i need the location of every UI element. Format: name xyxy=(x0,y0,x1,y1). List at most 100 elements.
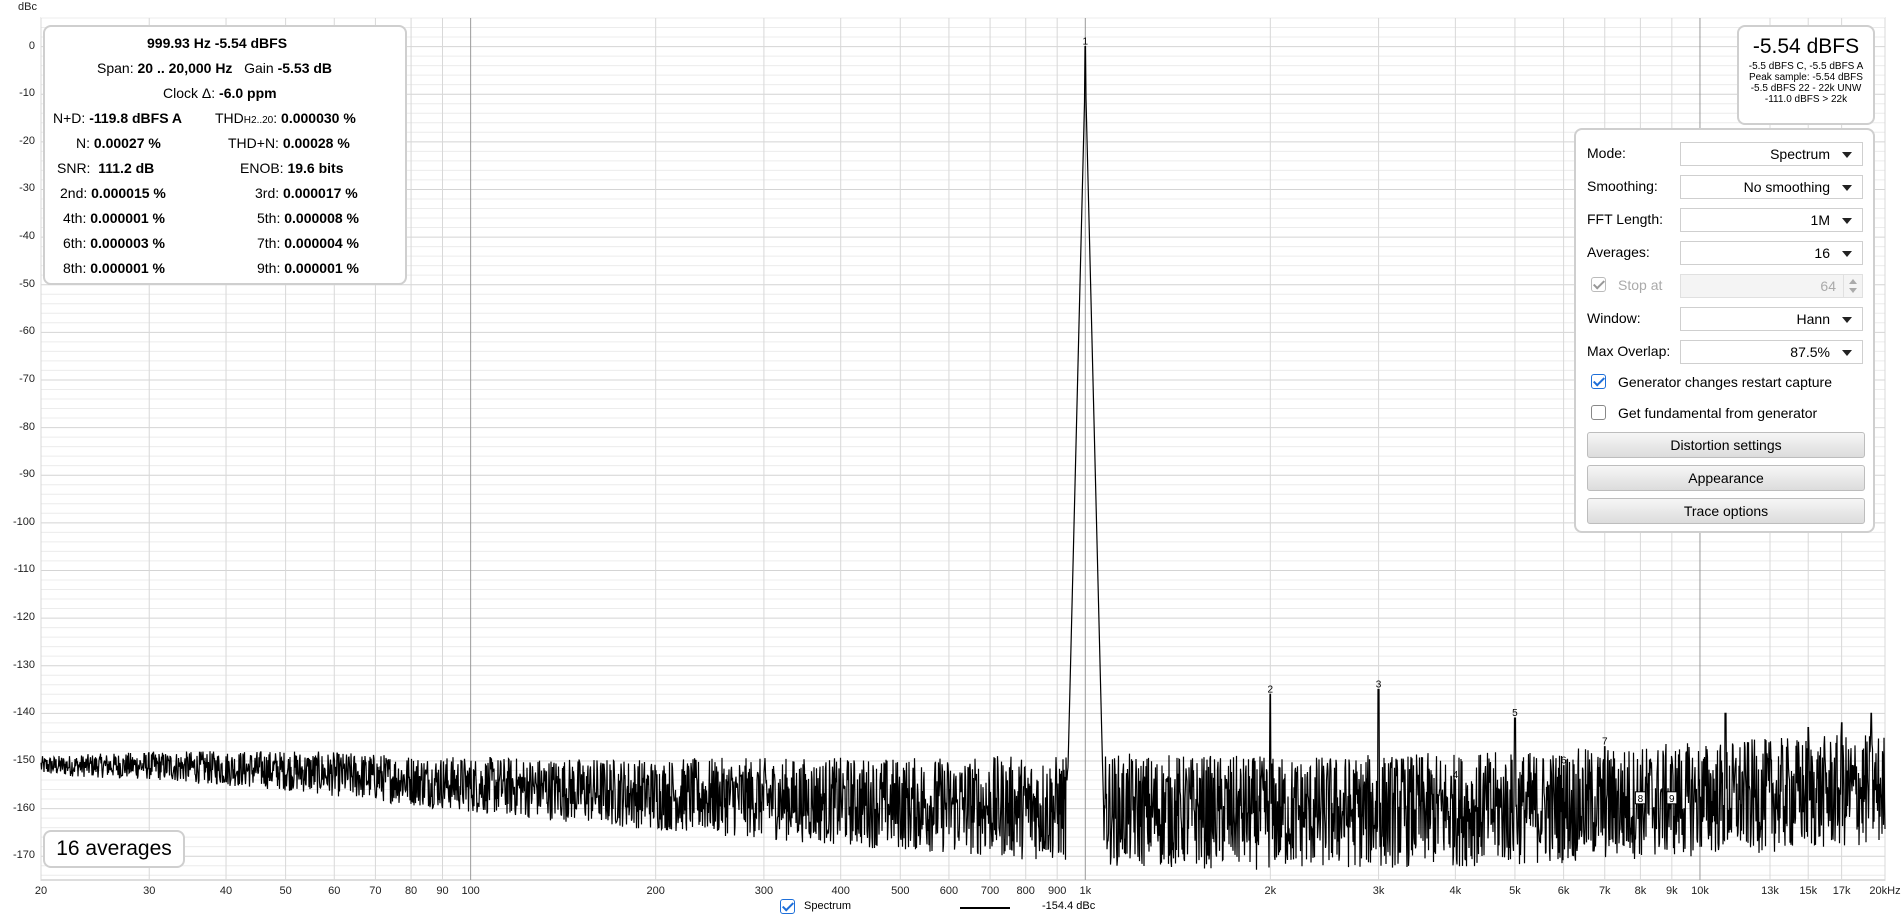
level-above22k-readout: -111.0 dBFS > 22k xyxy=(1764,94,1848,105)
x-tick-label: 50 xyxy=(279,885,292,897)
x-tick-label: 17k xyxy=(1832,885,1851,897)
y-tick-label: -30 xyxy=(19,182,35,195)
y-tick-label: -50 xyxy=(19,277,35,290)
x-tick-label: 80 xyxy=(404,885,418,897)
max-overlap-label: Max Overlap: xyxy=(1587,343,1671,359)
stop-at-spinner[interactable]: 64 xyxy=(1680,274,1863,298)
legend-line-swatch xyxy=(960,907,1010,909)
distortion-settings-button[interactable]: Distortion settings xyxy=(1587,432,1865,458)
h8-readout: 8th: 0.000001 % xyxy=(63,260,165,276)
level-meter-panel: -5.54 dBFS -5.5 dBFS C, -5.5 dBFS A Peak… xyxy=(1737,25,1875,125)
x-tick-label: 700 xyxy=(980,885,1000,897)
max-overlap-dropdown[interactable]: 87.5% xyxy=(1680,340,1863,364)
x-tick-label: 70 xyxy=(369,885,382,897)
chevron-down-icon xyxy=(1842,350,1852,356)
mode-label: Mode: xyxy=(1587,145,1626,161)
fft-length-label: FFT Length: xyxy=(1587,211,1664,227)
fundamental-readout: 999.93 Hz -5.54 dBFS xyxy=(147,35,288,51)
stats-panel: 999.93 Hz -5.54 dBFS Span: 20 .. 20,000 … xyxy=(43,25,407,285)
level-peak-readout: Peak sample: -5.54 dBFS xyxy=(1749,72,1863,83)
appearance-button[interactable]: Appearance xyxy=(1587,465,1865,491)
averages-badge: 16 averages xyxy=(43,830,185,868)
enob-readout: ENOB: 19.6 bits xyxy=(240,160,344,176)
stop-at-label: Stop at xyxy=(1618,277,1663,293)
y-tick-label: -90 xyxy=(19,468,35,481)
smoothing-value: No smoothing xyxy=(1743,179,1830,195)
x-tick-label: 13k xyxy=(1761,885,1779,897)
trace-options-button[interactable]: Trace options xyxy=(1587,498,1865,524)
y-tick-label: -60 xyxy=(19,325,35,338)
y-tick-label: -10 xyxy=(19,87,35,100)
y-tick-label: -140 xyxy=(12,706,35,719)
h2-readout: 2nd: 0.000015 % xyxy=(60,185,166,201)
x-tick-label: 4k xyxy=(1449,885,1462,897)
x-tick-label: 90 xyxy=(436,885,449,897)
x-tick-label: 7k xyxy=(1598,885,1611,897)
y-tick-label: -80 xyxy=(19,420,35,433)
fft-length-dropdown[interactable]: 1M xyxy=(1680,208,1863,232)
generator-restart-checkbox[interactable] xyxy=(1591,374,1606,389)
x-tick-label: 15k xyxy=(1799,885,1818,897)
legend: Spectrum -154.4 dBc xyxy=(780,898,1110,916)
y-tick-label: -70 xyxy=(19,372,35,385)
level-main-readout: -5.54 dBFS xyxy=(1752,35,1860,58)
generator-restart-label: Generator changes restart capture xyxy=(1618,374,1833,390)
y-tick-label: 0 xyxy=(28,39,35,52)
thd-readout: THDH2..20: 0.000030 % xyxy=(215,110,356,126)
fundamental-from-generator-label: Get fundamental from generator xyxy=(1618,405,1818,421)
x-tick-label: 2k xyxy=(1264,885,1277,897)
x-tick-label: 1k xyxy=(1079,885,1092,897)
y-tick-label: -160 xyxy=(12,801,35,814)
chevron-down-icon xyxy=(1842,218,1852,224)
y-tick-label: -20 xyxy=(19,134,35,147)
x-tick-label: 300 xyxy=(754,885,774,897)
mode-dropdown[interactable]: Spectrum xyxy=(1680,142,1863,166)
harmonic-marker-label: 1 xyxy=(1083,37,1089,48)
smoothing-dropdown[interactable]: No smoothing xyxy=(1680,175,1863,199)
harmonic-marker-label: 6 xyxy=(1561,756,1567,767)
harmonic-marker-label: 5 xyxy=(1512,708,1518,719)
x-tick-label: 20 xyxy=(34,885,48,897)
y-tick-label: -150 xyxy=(12,753,35,766)
legend-series-value: -154.4 dBc xyxy=(1042,900,1096,912)
y-axis-unit: dBc xyxy=(18,1,37,13)
chevron-down-icon xyxy=(1842,251,1852,257)
noise-readout: N: 0.00027 % xyxy=(76,135,161,151)
fundamental-from-generator-checkbox[interactable] xyxy=(1591,405,1606,420)
h3-readout: 3rd: 0.000017 % xyxy=(255,185,358,201)
chevron-down-icon xyxy=(1842,152,1852,158)
level-unweighted-readout: -5.5 dBFS 22 - 22k UNW xyxy=(1750,83,1862,94)
harmonic-marker-label: 7 xyxy=(1602,737,1608,748)
snr-readout: SNR: 111.2 dB xyxy=(57,160,155,176)
x-tick-label: 400 xyxy=(831,885,850,897)
y-tick-label: -130 xyxy=(12,658,35,671)
chevron-down-icon xyxy=(1842,317,1852,323)
x-tick-label: 900 xyxy=(1047,885,1067,897)
h4-readout: 4th: 0.000001 % xyxy=(63,210,165,226)
harmonic-marker-label: 2 xyxy=(1268,684,1274,695)
mode-value: Spectrum xyxy=(1770,146,1830,162)
averages-dropdown[interactable]: 16 xyxy=(1680,241,1863,265)
x-tick-label: 8k xyxy=(1634,885,1647,897)
chevron-down-icon xyxy=(1842,185,1852,191)
h5-readout: 5th: 0.000008 % xyxy=(257,210,359,226)
y-tick-label: -40 xyxy=(19,230,35,243)
y-tick-label: -100 xyxy=(12,515,35,528)
spectrum-legend-checkbox[interactable] xyxy=(780,899,795,914)
x-tick-label: 30 xyxy=(143,885,156,897)
h6-readout: 6th: 0.000003 % xyxy=(63,235,165,251)
y-tick-label: -170 xyxy=(12,849,35,862)
y-tick-label: -120 xyxy=(12,611,35,624)
y-tick-label: -110 xyxy=(13,563,35,576)
x-tick-label: 100 xyxy=(461,885,480,897)
nd-readout: N+D: -119.8 dBFS A xyxy=(53,110,183,126)
stop-at-checkbox[interactable] xyxy=(1591,277,1606,292)
window-dropdown[interactable]: Hann xyxy=(1680,307,1863,331)
spinner-arrows-icon[interactable] xyxy=(1843,275,1862,297)
x-tick-label: 20kHz xyxy=(1869,885,1901,897)
harmonic-marker-label: 4 xyxy=(1453,770,1459,781)
x-tick-label: 40 xyxy=(219,885,233,897)
averages-label: Averages: xyxy=(1587,244,1650,260)
controls-panel: Mode: Spectrum Smoothing: No smoothing F… xyxy=(1574,128,1875,533)
x-tick-label: 60 xyxy=(328,885,341,897)
